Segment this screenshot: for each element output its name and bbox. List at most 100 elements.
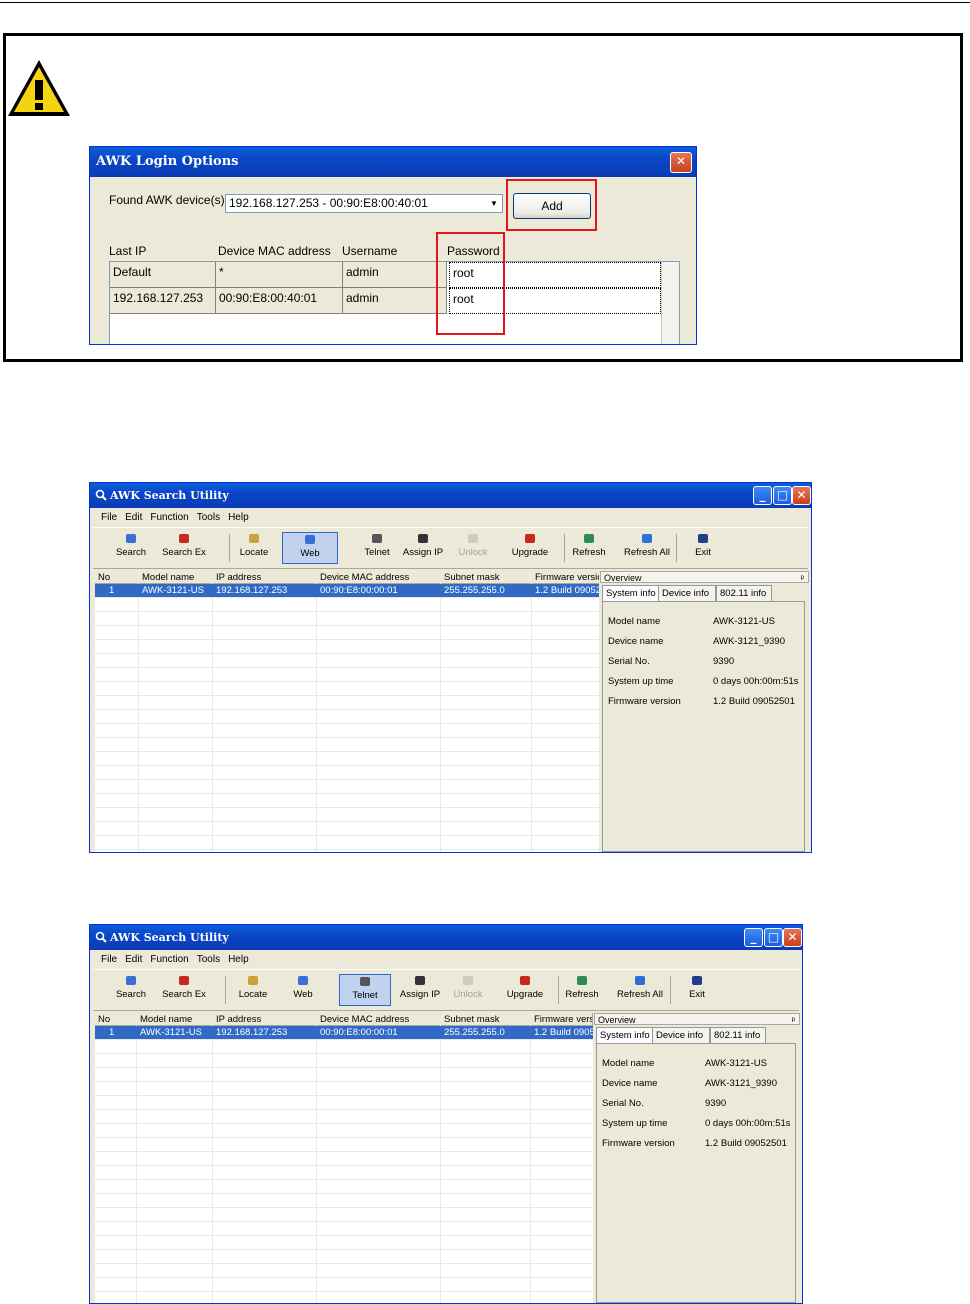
device-list: No Model name IP address Device MAC address…	[95, 1013, 593, 1303]
toolbar-upgrade-button[interactable]: Upgrade	[502, 974, 548, 1006]
column-header[interactable]: Subnet mask	[441, 1013, 531, 1026]
info-label: Firmware version	[608, 696, 681, 707]
toolbar-web-button[interactable]: Web	[282, 532, 338, 564]
tab-system-info[interactable]: System info	[596, 1027, 653, 1044]
login-options-dialog: AWK Login Options ✕ Found AWK device(s):…	[89, 146, 697, 345]
tab-device-info[interactable]: Device info	[658, 585, 716, 601]
toolbar-telnet-button[interactable]: Telnet	[339, 974, 391, 1006]
toolbar-assign-ip-button[interactable]: Assign IP	[398, 974, 442, 1006]
found-devices-dropdown[interactable]: 192.168.127.253 - 00:90:E8:00:40:01 ▼	[225, 194, 503, 213]
tab-802-11-info[interactable]: 802.11 info	[710, 1027, 766, 1043]
cell-username[interactable]: admin	[343, 288, 447, 314]
toolbar-locate-button[interactable]: Locate	[231, 974, 275, 1006]
overview-title: Overview	[598, 1015, 636, 1025]
minimize-icon[interactable]: _	[744, 928, 763, 947]
column-header[interactable]: No	[95, 571, 139, 584]
toolbar-unlock-button[interactable]: Unlock	[453, 974, 483, 1006]
tab-system-info[interactable]: System info	[602, 585, 659, 602]
grid-line	[95, 709, 599, 710]
column-header[interactable]: IP address	[213, 571, 317, 584]
toolbar-search-button[interactable]: Search	[113, 974, 149, 1006]
menu-tools[interactable]: Tools	[197, 512, 220, 523]
toolbar-exit-button[interactable]: Exit	[689, 532, 717, 564]
toolbar-separator	[229, 534, 230, 562]
info-label: Model name	[608, 616, 661, 627]
unlock-icon	[463, 976, 473, 985]
grid-line	[95, 1277, 593, 1278]
cell-username[interactable]: admin	[343, 262, 447, 288]
column-header[interactable]: Firmware versio	[531, 1013, 593, 1026]
info-value: AWK-3121_9390	[705, 1078, 778, 1089]
maximize-icon[interactable]: □	[764, 928, 783, 947]
minimize-icon[interactable]: _	[753, 486, 772, 505]
close-icon[interactable]: ✕	[792, 486, 811, 505]
table-row[interactable]: 1 AWK-3121-US 192.168.127.253 00:90:E8:00:0…	[95, 584, 599, 597]
cell-ip[interactable]: Default	[110, 262, 216, 288]
search-utility-window-telnet: AWK Search Utility _ □ ✕ File Edit Function Too…	[89, 924, 803, 1304]
grid-line	[95, 1137, 593, 1138]
close-icon[interactable]: ✕	[670, 152, 692, 173]
tab-device-info[interactable]: Device info	[652, 1027, 710, 1043]
column-last-ip: Last IP	[109, 244, 147, 258]
toolbar: Search Search Ex Locate Web Telnet Assign IP U…	[93, 969, 799, 1011]
cell-mac[interactable]: 00:90:E8:00:40:01	[216, 288, 343, 314]
grid-line	[95, 695, 599, 696]
info-value: AWK-3121_9390	[713, 636, 786, 647]
toolbar-upgrade-button[interactable]: Upgrade	[507, 532, 553, 564]
info-label: Model name	[602, 1058, 655, 1069]
refresh-all-icon	[642, 534, 652, 543]
grid-line	[531, 571, 532, 852]
column-header[interactable]: Device MAC address	[317, 571, 441, 584]
pin-icon[interactable]: ᵖ	[792, 1014, 795, 1026]
toolbar-refresh-all-button[interactable]: Refresh All	[619, 532, 675, 564]
close-icon[interactable]: ✕	[783, 928, 802, 947]
table-cell: 1.2 Build 09052	[534, 1027, 593, 1038]
assign-ip-icon	[418, 534, 428, 543]
toolbar-search-ex-button[interactable]: Search Ex	[160, 532, 208, 564]
pin-icon[interactable]: ᵖ	[801, 572, 804, 584]
overview-panel: Overview ᵖ System info Device info 802.11 in…	[594, 1013, 800, 1303]
toolbar-search-button[interactable]: Search	[113, 532, 149, 564]
scrollbar[interactable]	[661, 262, 679, 344]
column-header[interactable]: Firmware versio	[532, 571, 599, 584]
menu-edit[interactable]: Edit	[125, 512, 142, 523]
menu-file[interactable]: File	[101, 954, 117, 965]
toolbar-search-ex-button[interactable]: Search Ex	[160, 974, 208, 1006]
toolbar-separator	[670, 976, 671, 1004]
chevron-down-icon[interactable]: ▼	[486, 195, 502, 212]
toolbar-assign-ip-button[interactable]: Assign IP	[401, 532, 445, 564]
cell-ip[interactable]: 192.168.127.253	[110, 288, 216, 314]
cell-mac[interactable]: *	[216, 262, 343, 288]
menu-file[interactable]: File	[101, 512, 117, 523]
toolbar-exit-button[interactable]: Exit	[683, 974, 711, 1006]
menu-help[interactable]: Help	[228, 954, 249, 965]
menu-edit[interactable]: Edit	[125, 954, 142, 965]
column-header[interactable]: No	[95, 1013, 137, 1026]
table-row[interactable]: 1 AWK-3121-US 192.168.127.253 00:90:E8:00:0…	[95, 1026, 593, 1039]
toolbar-separator	[225, 976, 226, 1004]
column-header[interactable]: Model name	[139, 571, 213, 584]
menu-function[interactable]: Function	[150, 512, 188, 523]
column-header[interactable]: Model name	[137, 1013, 213, 1026]
toolbar-refresh-all-button[interactable]: Refresh All	[612, 974, 668, 1006]
toolbar-telnet-button[interactable]: Telnet	[359, 532, 395, 564]
search-icon	[126, 534, 136, 543]
toolbar-refresh-button[interactable]: Refresh	[570, 532, 608, 564]
locate-icon	[249, 534, 259, 543]
menu-tools[interactable]: Tools	[197, 954, 220, 965]
grid-line	[440, 1013, 441, 1303]
menu-function[interactable]: Function	[150, 954, 188, 965]
menu-help[interactable]: Help	[228, 512, 249, 523]
info-value: 9390	[705, 1098, 727, 1109]
toolbar-locate-button[interactable]: Locate	[236, 532, 272, 564]
tab-802-11-info[interactable]: 802.11 info	[716, 585, 772, 601]
toolbar-unlock-button[interactable]: Unlock	[458, 532, 488, 564]
column-header[interactable]: Device MAC address	[317, 1013, 441, 1026]
column-header[interactable]: Subnet mask	[441, 571, 532, 584]
info-label: Serial No.	[602, 1098, 644, 1109]
column-header[interactable]: IP address	[213, 1013, 317, 1026]
table-cell: 192.168.127.253	[216, 1027, 288, 1038]
toolbar-web-button[interactable]: Web	[283, 974, 323, 1006]
toolbar-refresh-button[interactable]: Refresh	[563, 974, 601, 1006]
maximize-icon[interactable]: □	[773, 486, 792, 505]
